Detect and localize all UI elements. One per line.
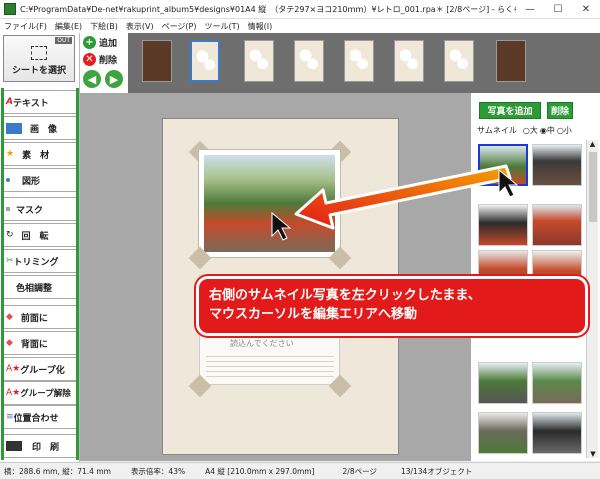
status-zoom: 表示倍率：43%: [130, 466, 186, 476]
arrow-shape: [294, 164, 512, 230]
instruction-callout: 右側のサムネイル写真を左クリックしたまま、 マウスカーソルを編集エリアへ移動: [196, 276, 588, 336]
status-page: 2/8ページ: [342, 466, 377, 476]
status-objects: 13/134オブジェクト: [400, 466, 473, 476]
status-coords: 横：288.6 mm, 縦：71.4 mm: [4, 466, 111, 476]
status-paper: A4 縦 [210.0mm x 297.0mm]: [205, 466, 315, 476]
callout-line-2: マウスカーソルを編集エリアへ移動: [209, 307, 418, 322]
callout-line-1: 右側のサムネイル写真を左クリックしたまま、: [209, 288, 481, 303]
status-bar: 横：288.6 mm, 縦：71.4 mm 表示倍率：43% A4 縦 [210…: [0, 462, 600, 479]
mouse-cursor-icon: [271, 211, 292, 241]
instruction-arrow: [271, 164, 519, 241]
